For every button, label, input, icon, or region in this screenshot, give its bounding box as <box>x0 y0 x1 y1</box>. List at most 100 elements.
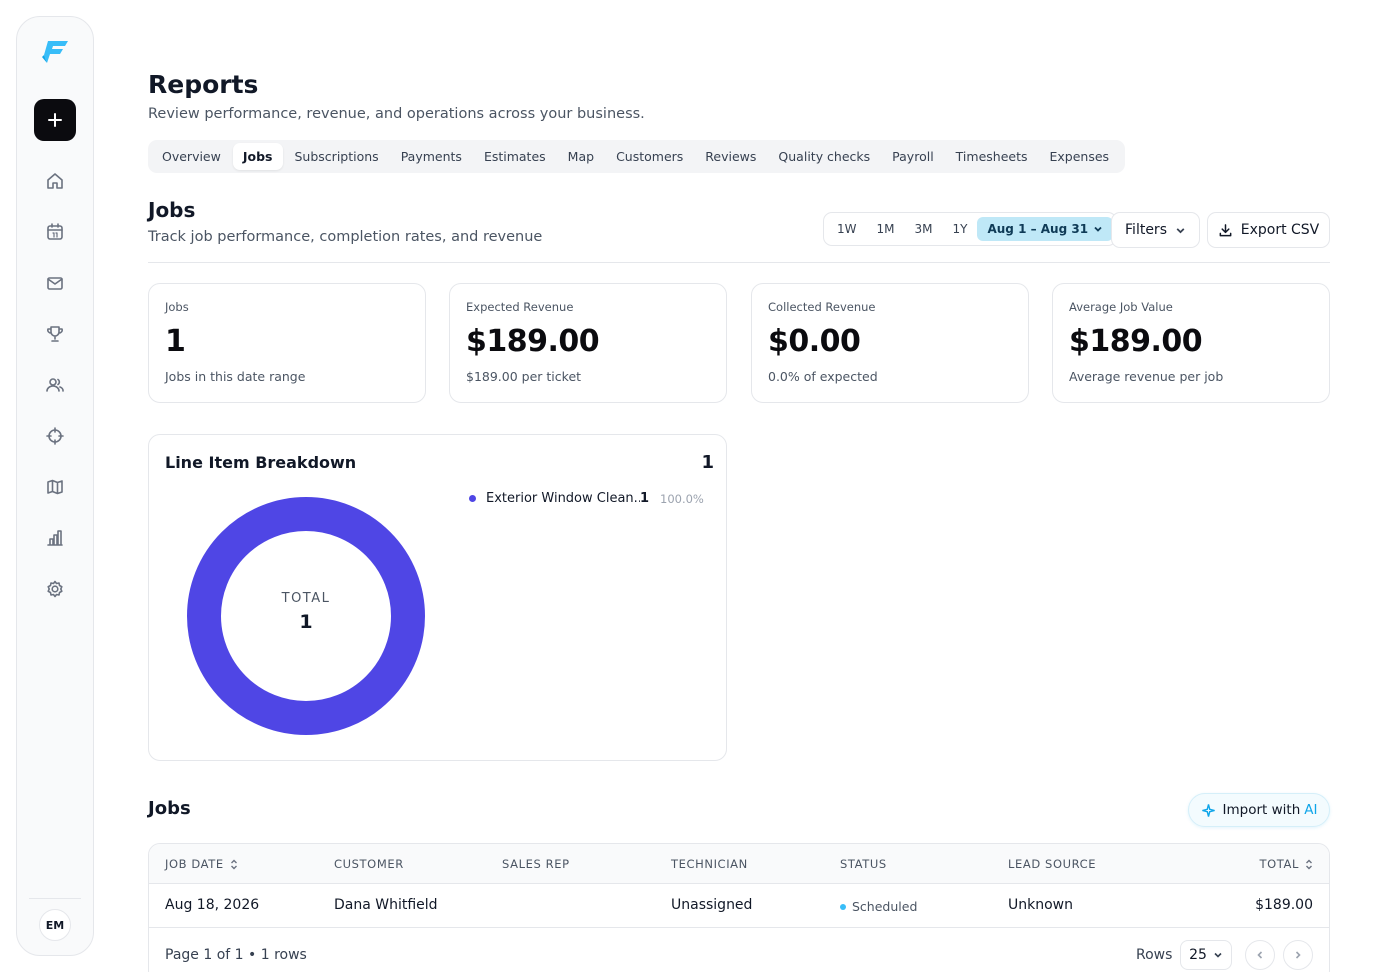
date-range-selector: 1W 1M 3M 1Y Aug 1 – Aug 31 <box>823 212 1118 246</box>
trophy-icon <box>47 326 63 342</box>
donut-center-value: 1 <box>299 611 313 633</box>
cell-total: $189.00 <box>1255 897 1313 913</box>
download-icon <box>1219 223 1232 236</box>
tab-quality-checks[interactable]: Quality checks <box>768 143 880 170</box>
tab-timesheets[interactable]: Timesheets <box>946 143 1038 170</box>
legend-item[interactable]: Exterior Window Clean... 1 100.0% <box>469 491 709 506</box>
tab-expenses[interactable]: Expenses <box>1040 143 1120 170</box>
tab-subscriptions[interactable]: Subscriptions <box>285 143 389 170</box>
sidebar: EM <box>16 16 94 956</box>
nav-mail[interactable] <box>37 265 73 301</box>
col-label: JOB DATE <box>165 857 224 871</box>
stat-sub: Average revenue per job <box>1069 369 1224 384</box>
tab-payments[interactable]: Payments <box>391 143 472 170</box>
chevron-left-icon <box>1257 951 1263 959</box>
map-icon <box>47 479 63 495</box>
jobs-table: JOB DATE CUSTOMER SALES REP TECHNICIAN S… <box>148 843 1330 972</box>
stat-card-average-job-value: Average Job Value $189.00 Average revenu… <box>1052 283 1330 403</box>
nav-reports[interactable] <box>37 520 73 556</box>
col-technician: TECHNICIAN <box>671 857 748 871</box>
filters-label: Filters <box>1125 222 1167 238</box>
range-1y[interactable]: 1Y <box>943 217 978 241</box>
legend-pct: 100.0% <box>660 491 704 506</box>
table-pagination: Page 1 of 1 • 1 rows Rows 25 <box>149 928 1329 972</box>
legend-count: 1 <box>640 491 650 506</box>
col-job-date[interactable]: JOB DATE <box>165 857 238 871</box>
stat-card-collected-revenue: Collected Revenue $0.00 0.0% of expected <box>751 283 1029 403</box>
range-custom[interactable]: Aug 1 – Aug 31 <box>977 217 1114 241</box>
breakdown-count: 1 <box>701 452 714 473</box>
nav-target[interactable] <box>37 418 73 454</box>
chevron-down-icon <box>1176 227 1185 233</box>
stat-label: Jobs <box>165 300 189 314</box>
stat-value: 1 <box>165 324 186 359</box>
logo-icon[interactable] <box>38 35 72 69</box>
add-button[interactable] <box>34 99 76 141</box>
stat-sub: $189.00 per ticket <box>466 369 582 384</box>
import-label: Import with <box>1222 802 1301 818</box>
next-page-button[interactable] <box>1283 940 1313 970</box>
calendar-icon <box>47 223 63 240</box>
rows-per-page-select[interactable]: 25 <box>1180 940 1232 970</box>
gear-icon <box>47 580 63 598</box>
col-total[interactable]: TOTAL <box>1260 857 1313 871</box>
section-subtitle: Track job performance, completion rates,… <box>148 229 543 245</box>
col-customer: CUSTOMER <box>334 857 404 871</box>
import-with-ai-button[interactable]: Import with AI <box>1188 793 1330 827</box>
status-dot <box>840 903 846 910</box>
cell-job-date: Aug 18, 2026 <box>165 897 260 913</box>
tab-reviews[interactable]: Reviews <box>695 143 766 170</box>
home-icon <box>47 173 63 189</box>
stat-value: $189.00 <box>466 324 600 359</box>
report-tabs: Overview Jobs Subscriptions Payments Estimat… <box>148 140 1126 173</box>
table-header: JOB DATE CUSTOMER SALES REP TECHNICIAN S… <box>149 844 1329 884</box>
users-icon <box>46 378 64 392</box>
stat-value: $0.00 <box>768 324 861 359</box>
nav-calendar[interactable] <box>37 214 73 250</box>
col-lead-source: LEAD SOURCE <box>1008 857 1097 871</box>
prev-page-button[interactable] <box>1245 940 1275 970</box>
tab-overview[interactable]: Overview <box>152 143 231 170</box>
page-subtitle: Review performance, revenue, and operati… <box>148 106 645 122</box>
tab-customers[interactable]: Customers <box>606 143 693 170</box>
chevron-right-icon <box>1295 951 1301 959</box>
table-row[interactable]: Aug 18, 2026 Dana Whitfield Unassigned S… <box>149 884 1329 928</box>
col-sales-rep: SALES REP <box>502 857 570 871</box>
stat-card-jobs: Jobs 1 Jobs in this date range <box>148 283 426 403</box>
jobs-table-title: Jobs <box>148 798 191 819</box>
legend-dot <box>469 495 476 502</box>
chevron-down-icon <box>1214 952 1222 958</box>
section-title: Jobs <box>148 198 196 222</box>
export-csv-button[interactable]: Export CSV <box>1207 212 1330 248</box>
tab-estimates[interactable]: Estimates <box>474 143 556 170</box>
sidebar-divider <box>29 898 81 899</box>
stat-label: Expected Revenue <box>466 300 574 314</box>
nav-home[interactable] <box>37 163 73 199</box>
nav-map[interactable] <box>37 469 73 505</box>
tab-map[interactable]: Map <box>558 143 604 170</box>
col-status: STATUS <box>840 857 887 871</box>
tab-jobs[interactable]: Jobs <box>232 143 283 170</box>
nav-trophy[interactable] <box>37 316 73 352</box>
page-title: Reports <box>148 70 259 99</box>
nav-users[interactable] <box>37 367 73 403</box>
cell-status: Scheduled <box>840 899 917 914</box>
donut-center-label: TOTAL <box>281 591 331 606</box>
filters-button[interactable]: Filters <box>1111 212 1200 248</box>
chart-icon <box>47 530 63 546</box>
range-1m[interactable]: 1M <box>867 217 905 241</box>
sort-icon <box>230 859 237 869</box>
range-3m[interactable]: 3M <box>905 217 943 241</box>
tab-payroll[interactable]: Payroll <box>882 143 944 170</box>
range-1w[interactable]: 1W <box>827 217 867 241</box>
avatar[interactable]: EM <box>39 909 71 941</box>
nav-settings[interactable] <box>37 571 73 607</box>
export-label: Export CSV <box>1240 222 1320 238</box>
cell-lead-source: Unknown <box>1008 897 1073 913</box>
col-label: TOTAL <box>1259 857 1299 871</box>
crosshair-icon <box>46 427 64 445</box>
section-divider <box>148 262 1330 263</box>
sort-icon <box>1306 859 1312 869</box>
import-accent: AI <box>1304 802 1318 818</box>
legend-name: Exterior Window Clean... <box>486 491 640 506</box>
